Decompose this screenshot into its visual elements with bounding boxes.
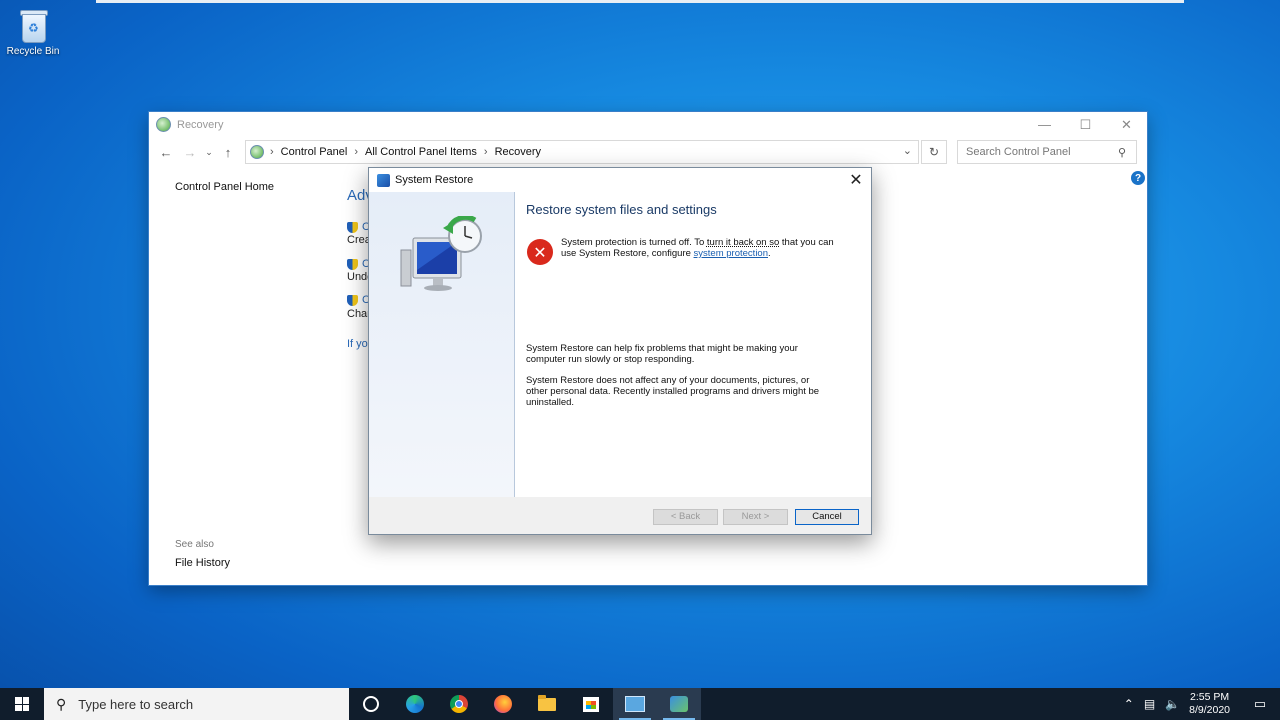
shield-icon — [347, 295, 358, 306]
notification-center-icon[interactable]: ▭ — [1240, 696, 1280, 712]
system-protection-link[interactable]: system protection — [694, 248, 768, 259]
dialog-side-panel — [369, 192, 515, 497]
window-title: Recovery — [177, 118, 224, 131]
dialog-close-icon[interactable]: ✕ — [847, 170, 865, 190]
store-button[interactable] — [569, 688, 613, 720]
system-restore-icon — [377, 173, 390, 187]
recovery-footer-link[interactable]: If yo — [347, 338, 368, 350]
file-history-link[interactable]: File History — [175, 557, 230, 569]
network-icon[interactable]: ▤ — [1144, 697, 1155, 711]
chrome-button[interactable] — [437, 688, 481, 720]
breadcrumb-chevron-icon: › — [270, 146, 274, 158]
close-button[interactable]: ✕ — [1106, 112, 1147, 137]
help-icon[interactable]: ? — [1131, 171, 1145, 185]
system-restore-dialog: System Restore ✕ Restore system files an… — [368, 167, 872, 535]
maximize-button[interactable]: ☐ — [1065, 112, 1106, 137]
back-arrow-icon[interactable]: ← — [154, 145, 178, 160]
location-icon — [250, 145, 264, 159]
dialog-title: System Restore — [395, 174, 474, 186]
recent-locations-chevron-icon[interactable]: ⌄ — [202, 147, 216, 158]
dialog-titlebar[interactable]: System Restore ✕ — [369, 168, 871, 192]
system-restore-illustration-icon — [400, 216, 482, 291]
forward-arrow-icon[interactable]: → — [178, 145, 202, 160]
info-paragraph-1: System Restore can help fix problems tha… — [526, 343, 798, 365]
chrome-icon — [450, 695, 468, 713]
error-text-start: System protection is turned off. To — [561, 237, 707, 248]
address-dropdown-chevron-icon[interactable]: ⌄ — [903, 144, 912, 157]
breadcrumb-recovery[interactable]: Recovery — [495, 146, 541, 158]
breadcrumb-all-items[interactable]: All Control Panel Items — [365, 146, 477, 158]
edge-button[interactable] — [393, 688, 437, 720]
info-paragraph-2: System Restore does not affect any of yo… — [526, 375, 820, 408]
control-panel-icon — [625, 696, 645, 712]
see-also-label: See also — [175, 539, 214, 550]
control-panel-taskbar-button[interactable] — [613, 688, 657, 720]
minimize-button[interactable]: — — [1024, 112, 1065, 137]
clock-date: 8/9/2020 — [1189, 704, 1230, 716]
cortana-icon — [363, 696, 379, 712]
edge-icon — [406, 695, 424, 713]
error-text-dotted: turn it back on so — [706, 237, 780, 248]
file-explorer-icon — [538, 694, 556, 711]
recycle-bin-icon: ♻ — [16, 6, 50, 43]
system-restore-icon — [670, 696, 688, 712]
address-bar[interactable]: › Control Panel › All Control Panel Item… — [245, 140, 919, 164]
cortana-button[interactable] — [349, 688, 393, 720]
recycle-bin-shortcut[interactable]: ♻ Recycle Bin — [4, 6, 62, 57]
window-titlebar[interactable]: Recovery — ☐ ✕ — [149, 112, 1147, 137]
dialog-footer: < Back Next > Cancel — [369, 497, 871, 534]
dialog-heading: Restore system files and settings — [526, 202, 717, 217]
search-box[interactable]: ⚲ — [957, 140, 1137, 164]
back-button[interactable]: < Back — [653, 509, 718, 525]
start-button[interactable] — [0, 688, 44, 720]
firefox-icon — [494, 695, 512, 713]
search-icon: ⚲ — [1118, 146, 1127, 159]
recycle-bin-label: Recycle Bin — [6, 46, 60, 57]
error-message: System protection is turned off. To turn… — [561, 237, 841, 259]
search-icon: ⚲ — [56, 695, 67, 712]
next-button[interactable]: Next > — [723, 509, 788, 525]
up-arrow-icon[interactable]: ↑ — [216, 145, 240, 160]
error-icon: ✕ — [527, 239, 553, 265]
search-input[interactable] — [964, 145, 1118, 159]
control-panel-home-link[interactable]: Control Panel Home — [175, 181, 274, 193]
windows-logo-icon — [15, 697, 29, 711]
error-text-end: . — [768, 248, 771, 259]
cancel-button[interactable]: Cancel — [795, 509, 859, 525]
navigation-bar: ← → ⌄ ↑ › Control Panel › All Control Pa… — [149, 137, 1147, 167]
file-explorer-button[interactable] — [525, 688, 569, 720]
breadcrumb-chevron-icon: › — [483, 146, 488, 158]
store-icon — [583, 696, 599, 712]
shield-icon — [347, 259, 358, 270]
breadcrumb-chevron-icon: › — [354, 146, 358, 158]
firefox-button[interactable] — [481, 688, 525, 720]
recovery-icon — [156, 117, 171, 132]
breadcrumb-control-panel[interactable]: Control Panel — [281, 146, 348, 158]
refresh-icon[interactable]: ↻ — [921, 140, 947, 164]
taskbar-search-input[interactable] — [76, 695, 331, 713]
system-tray: ⌃ ▤ 🔈 2:55 PM 8/9/2020 ▭ — [1119, 688, 1280, 720]
shield-icon — [347, 222, 358, 233]
show-hidden-icons-chevron-icon[interactable]: ⌃ — [1124, 697, 1134, 711]
volume-muted-icon[interactable]: 🔈 — [1165, 697, 1180, 711]
taskbar: ⚲ ⌃ ▤ 🔈 2:55 PM 8/9/2020 ▭ — [0, 688, 1280, 720]
system-restore-taskbar-button[interactable] — [657, 688, 701, 720]
clock[interactable]: 2:55 PM 8/9/2020 — [1189, 691, 1230, 717]
dialog-body: Restore system files and settings ✕ Syst… — [369, 192, 871, 497]
taskbar-search-box[interactable]: ⚲ — [44, 688, 349, 720]
top-edge-bar — [96, 0, 1184, 3]
clock-time: 2:55 PM — [1190, 691, 1230, 703]
